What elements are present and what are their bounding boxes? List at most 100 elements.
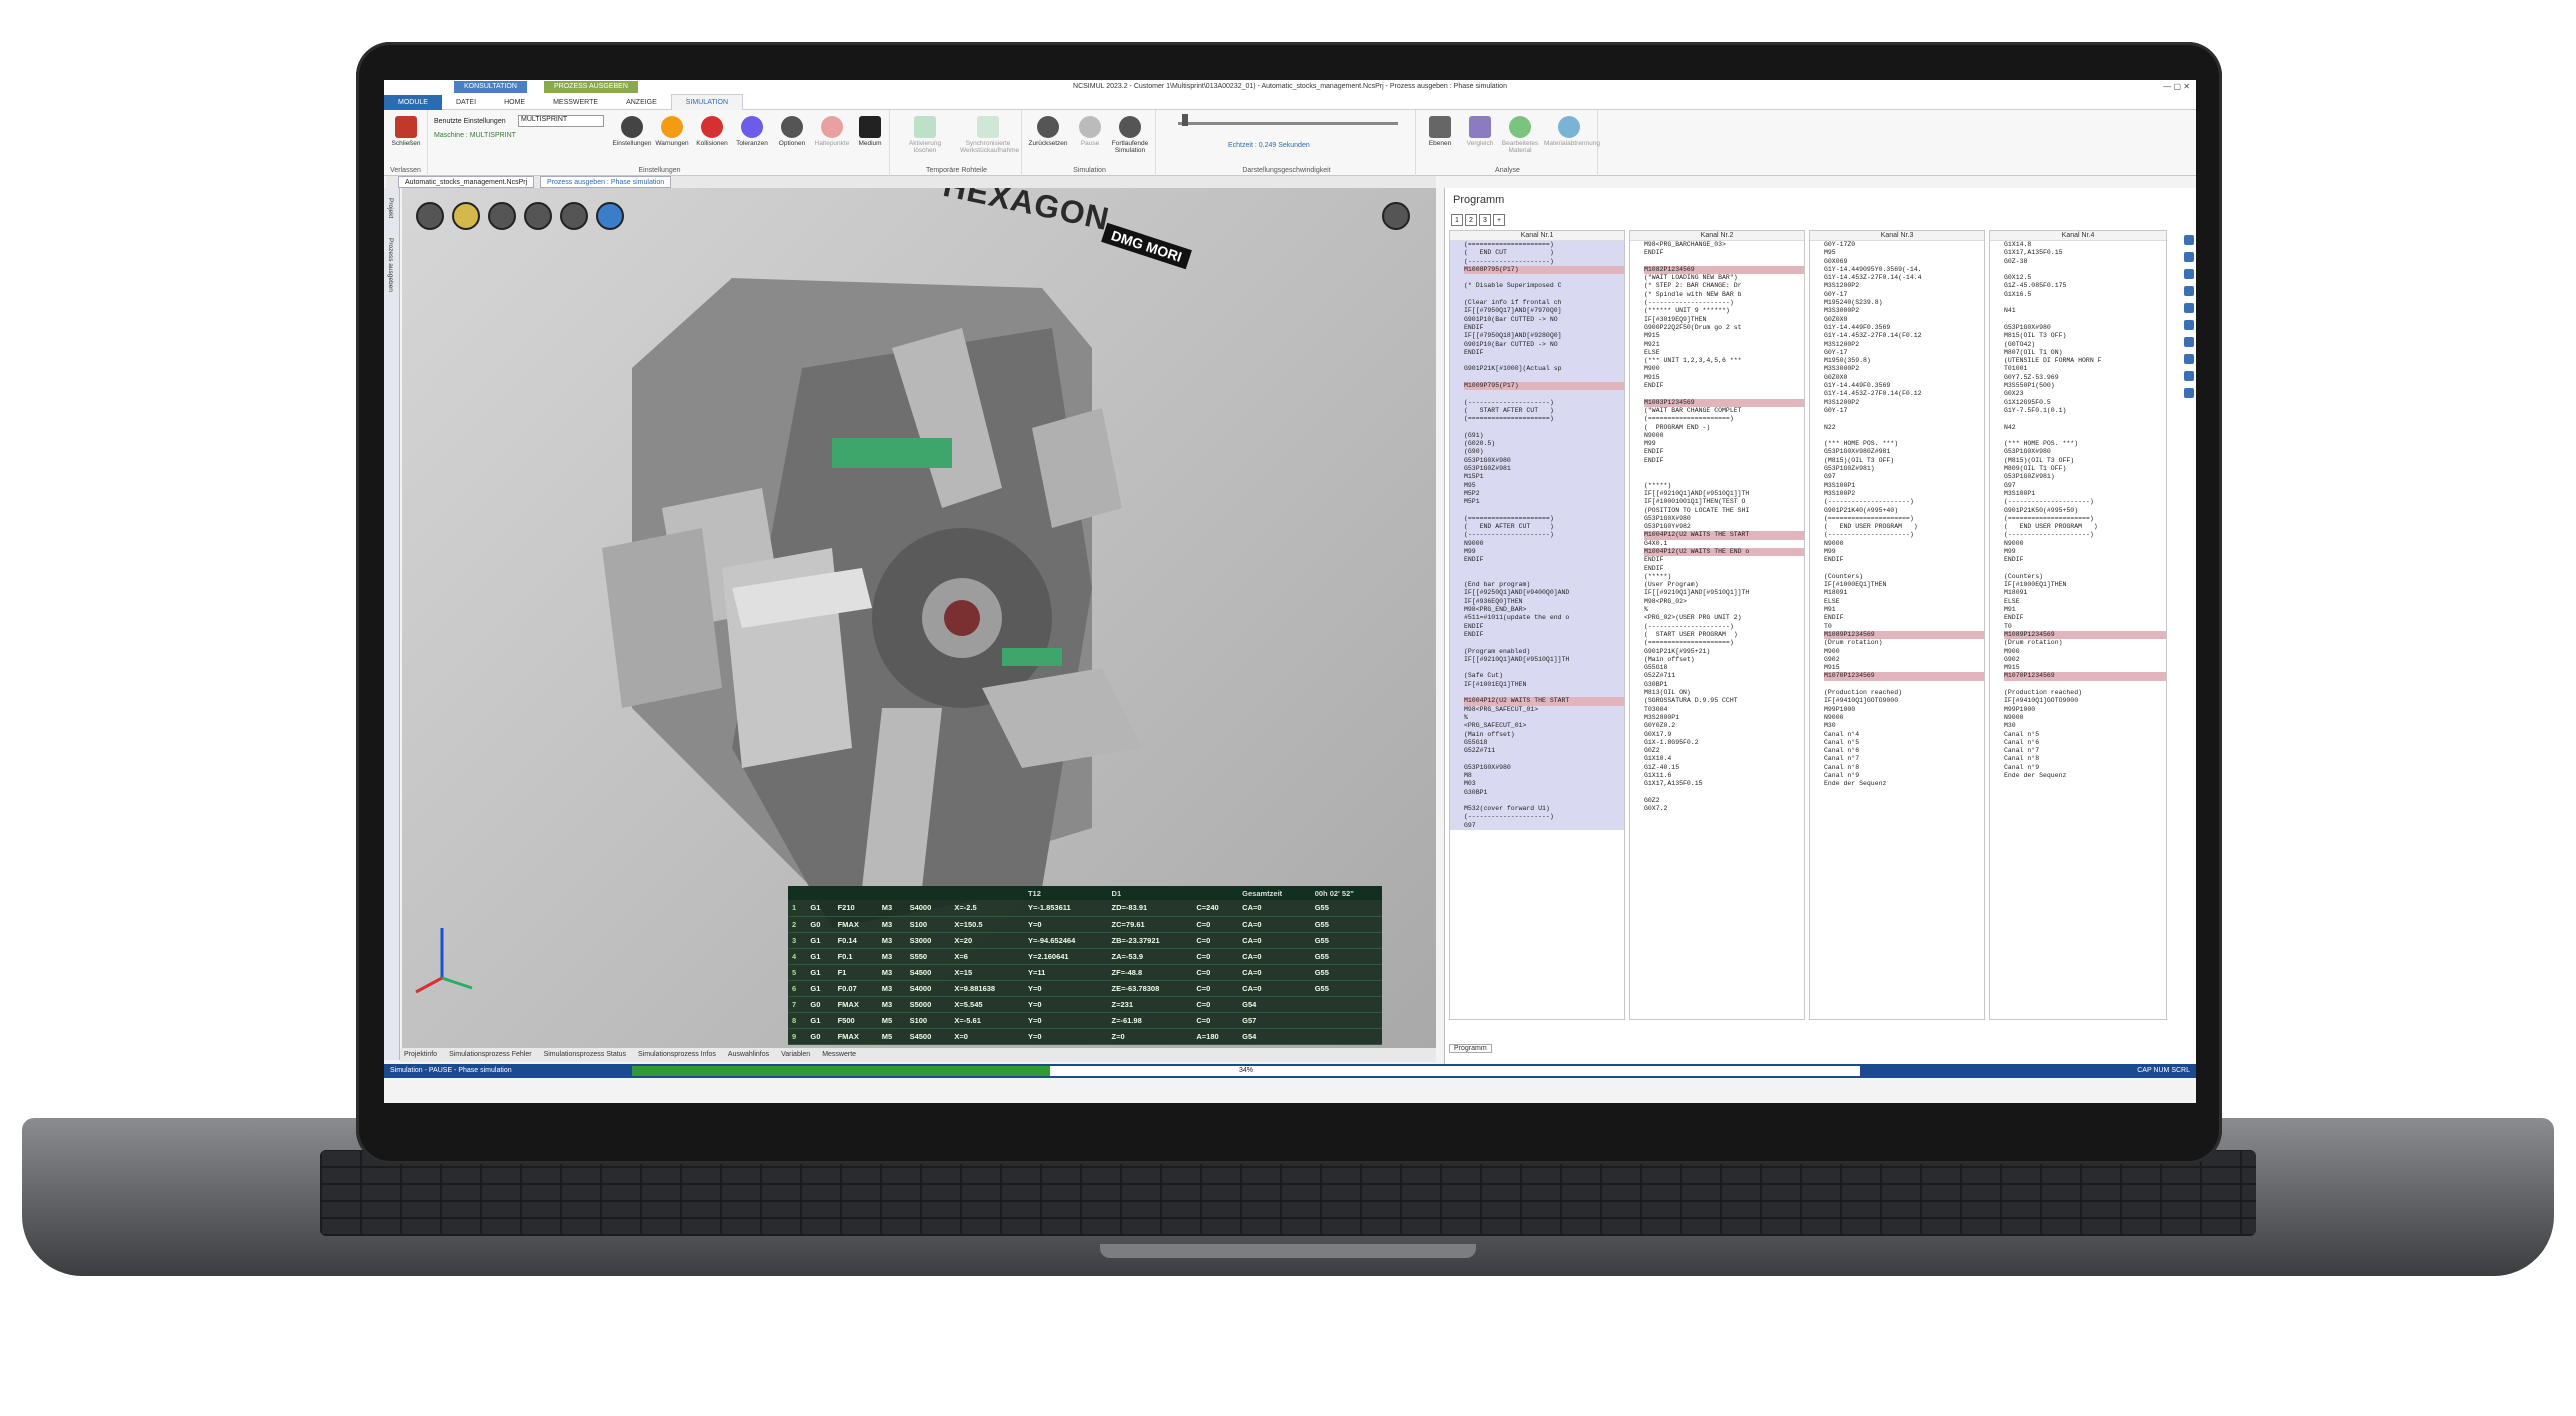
cnc-row: 8 G1 F500 M5 S100 X=-5.61 Y=0 Z=-61.98 C=0 G57 bbox=[788, 1012, 1382, 1029]
channel-2-button[interactable]: 2 bbox=[1465, 214, 1477, 226]
context-tab-prozess[interactable]: PROZESS AUSGEBEN bbox=[544, 81, 638, 93]
strip-project[interactable]: Projekt bbox=[387, 198, 394, 218]
cnc-cell: F500 bbox=[833, 1012, 878, 1029]
cnc-cell: Z=-61.98 bbox=[1107, 1012, 1193, 1029]
code-line: M5P2 bbox=[1464, 489, 1480, 497]
tab-project-info[interactable]: Projektinfo bbox=[404, 1051, 437, 1058]
tab-sim-status[interactable]: Simulationsprozess Status bbox=[544, 1051, 626, 1058]
doc-tab-process[interactable]: Prozess ausgeben : Phase simulation bbox=[540, 176, 672, 188]
code-line: G53P1G0X#980 bbox=[2004, 323, 2051, 331]
close-button[interactable]: Schließen bbox=[386, 116, 426, 147]
channel-2[interactable]: Kanal Nr.2 M98<PRG_BARCHANGE_03> ENDIF M10… bbox=[1629, 230, 1805, 1020]
doc-tab-project[interactable]: Automatic_stocks_management.NcsPrj bbox=[398, 176, 535, 188]
channel-3-button[interactable]: 3 bbox=[1479, 214, 1491, 226]
tab-measurements[interactable]: Messwerte bbox=[822, 1051, 856, 1058]
cnc-cell: CA=0 bbox=[1238, 900, 1311, 917]
tab-anzeige[interactable]: ANZEIGE bbox=[612, 95, 671, 111]
settings-button[interactable]: Einstellungen bbox=[612, 116, 652, 147]
window-controls[interactable]: — ▢ ✕ bbox=[2163, 80, 2190, 94]
next-icon[interactable] bbox=[2184, 303, 2194, 313]
delete-activation-button[interactable]: Aktivierung löschen bbox=[902, 116, 948, 154]
tab-messwerte[interactable]: MESSWERTE bbox=[539, 95, 612, 111]
tab-sim-errors[interactable]: Simulationsprozess Fehler bbox=[449, 1051, 531, 1058]
material-separation-button[interactable]: Materialabtrennung bbox=[1544, 116, 1600, 147]
code-line: G1Y-14.449F0.3569 bbox=[1824, 382, 1891, 390]
code-line: G0Z0X0 bbox=[1824, 373, 1848, 381]
code-line: (G020.5) bbox=[1464, 440, 1496, 448]
code-line: G97 bbox=[1464, 821, 1476, 829]
sync-workpiece-button[interactable]: Synchronisierte Werkstückaufnahme bbox=[960, 116, 1019, 154]
collisions-button[interactable]: Kollisionen bbox=[692, 116, 732, 147]
add-channel-button[interactable]: + bbox=[1493, 214, 1505, 226]
channel-2-header: Kanal Nr.2 bbox=[1630, 231, 1804, 241]
pause-button[interactable]: Pause bbox=[1070, 116, 1110, 147]
first-icon[interactable] bbox=[2184, 235, 2194, 245]
tab-selection-info[interactable]: Auswahlinfos bbox=[728, 1051, 769, 1058]
save-icon[interactable] bbox=[2184, 371, 2194, 381]
tolerance-icon bbox=[741, 116, 763, 138]
program-bottom-tab[interactable]: Programm bbox=[1449, 1044, 1492, 1053]
channel-1-button[interactable]: 1 bbox=[1451, 214, 1463, 226]
last-icon[interactable] bbox=[2184, 320, 2194, 330]
code-line: G1X10.4 bbox=[1644, 755, 1672, 763]
cnc-cell: M3 bbox=[877, 964, 906, 981]
speed-label: Echtzeit : 0.249 Sekunden bbox=[1228, 142, 1310, 149]
tool-icon[interactable] bbox=[2184, 337, 2194, 347]
code-line: N22 bbox=[1824, 423, 1836, 431]
ribbon: Schließen Verlassen Benutzte Einstellung… bbox=[384, 110, 2196, 176]
code-line: G52Z#711 bbox=[1644, 672, 1676, 680]
reset-button[interactable]: Zurücksetzen bbox=[1028, 116, 1068, 147]
code-line: G53P1G0X#980 bbox=[2004, 448, 2051, 456]
code-line: M5P1 bbox=[1464, 498, 1480, 506]
code-line: ELSE bbox=[1824, 597, 1840, 605]
channel-3[interactable]: Kanal Nr.3 G0Y-17Z0 M95 G0X069 G1Y-14.449095… bbox=[1809, 230, 1985, 1020]
ribbon-tabs: MODULE DATEI HOME MESSWERTE ANZEIGE SIMULATIO… bbox=[384, 94, 2196, 111]
code-line: M900 bbox=[2004, 647, 2020, 655]
tab-simulation[interactable]: SIMULATION bbox=[670, 94, 744, 110]
document-icon[interactable] bbox=[2184, 388, 2194, 398]
continuous-sim-button[interactable]: Fortlaufende Simulation bbox=[1110, 116, 1150, 154]
channel-4[interactable]: Kanal Nr.4 G1X14.8 G1X17,A135F0.15 G0Z-38 G… bbox=[1989, 230, 2167, 1020]
back-icon[interactable] bbox=[2184, 269, 2194, 279]
prev-icon[interactable] bbox=[2184, 252, 2194, 262]
code-line: (*** HOME POS. ***) bbox=[1824, 440, 1899, 448]
code-line: M99P1000 bbox=[1824, 705, 1856, 713]
speed-slider[interactable] bbox=[1178, 122, 1398, 125]
tab-sim-infos[interactable]: Simulationsprozess Infos bbox=[638, 1051, 716, 1058]
breakpoints-button[interactable]: Haltepunkte bbox=[812, 116, 852, 147]
code-line: N9000 bbox=[1824, 713, 1844, 721]
used-settings-select[interactable]: MULTISPRINT bbox=[518, 115, 604, 127]
tab-variables[interactable]: Variablen bbox=[781, 1051, 810, 1058]
cnc-cell: Y=0 bbox=[1023, 980, 1108, 997]
compare-button[interactable]: Vergleich bbox=[1460, 116, 1500, 147]
warnings-button[interactable]: Warnungen bbox=[652, 116, 692, 147]
code-line: G1Z-40.15 bbox=[1644, 763, 1680, 771]
code-line: (* Disable Superimposed C bbox=[1464, 282, 1562, 290]
code-line: Ende der Sequenz bbox=[1824, 780, 1887, 788]
speed-slider-thumb[interactable] bbox=[1182, 114, 1188, 126]
code-line: M3S1200P2 bbox=[1824, 398, 1860, 406]
cnc-cell: ZA=-53.9 bbox=[1107, 948, 1193, 965]
medium-button[interactable]: Medium bbox=[850, 116, 890, 147]
tab-module[interactable]: MODULE bbox=[384, 95, 442, 111]
channel-1[interactable]: Kanal Nr.1 (=====================)( END C… bbox=[1449, 230, 1625, 1020]
cnc-cell: G0 bbox=[806, 996, 834, 1013]
tab-home[interactable]: HOME bbox=[490, 95, 539, 111]
edit-icon[interactable] bbox=[2184, 354, 2194, 364]
layers-button[interactable]: Ebenen bbox=[1420, 116, 1460, 147]
code-line: Ende der Sequenz bbox=[2004, 772, 2067, 779]
strip-process[interactable]: Prozess ausgeben bbox=[387, 238, 394, 292]
context-tab-konsultation[interactable]: KONSULTATION bbox=[454, 81, 527, 93]
3d-viewport[interactable]: HEXAGON DMG MORI T12 D1 Gesamtzeit 00h 0… bbox=[402, 188, 1436, 1048]
cnc-status-table: T12 D1 Gesamtzeit 00h 02' 52" 1 G1 F210 M3 S40… bbox=[788, 886, 1382, 1045]
options-button[interactable]: Optionen bbox=[772, 116, 812, 147]
code-line: ( END AFTER CUT ) bbox=[1464, 523, 1554, 531]
code-line: G0Y-17 bbox=[1824, 290, 1848, 298]
machined-material-button[interactable]: Bearbeitetes Material bbox=[1500, 116, 1540, 154]
forward-icon[interactable] bbox=[2184, 286, 2194, 296]
code-line: Canal n°8 bbox=[2004, 755, 2040, 763]
tolerances-button[interactable]: Toleranzen bbox=[732, 116, 772, 147]
tab-datei[interactable]: DATEI bbox=[442, 95, 490, 111]
